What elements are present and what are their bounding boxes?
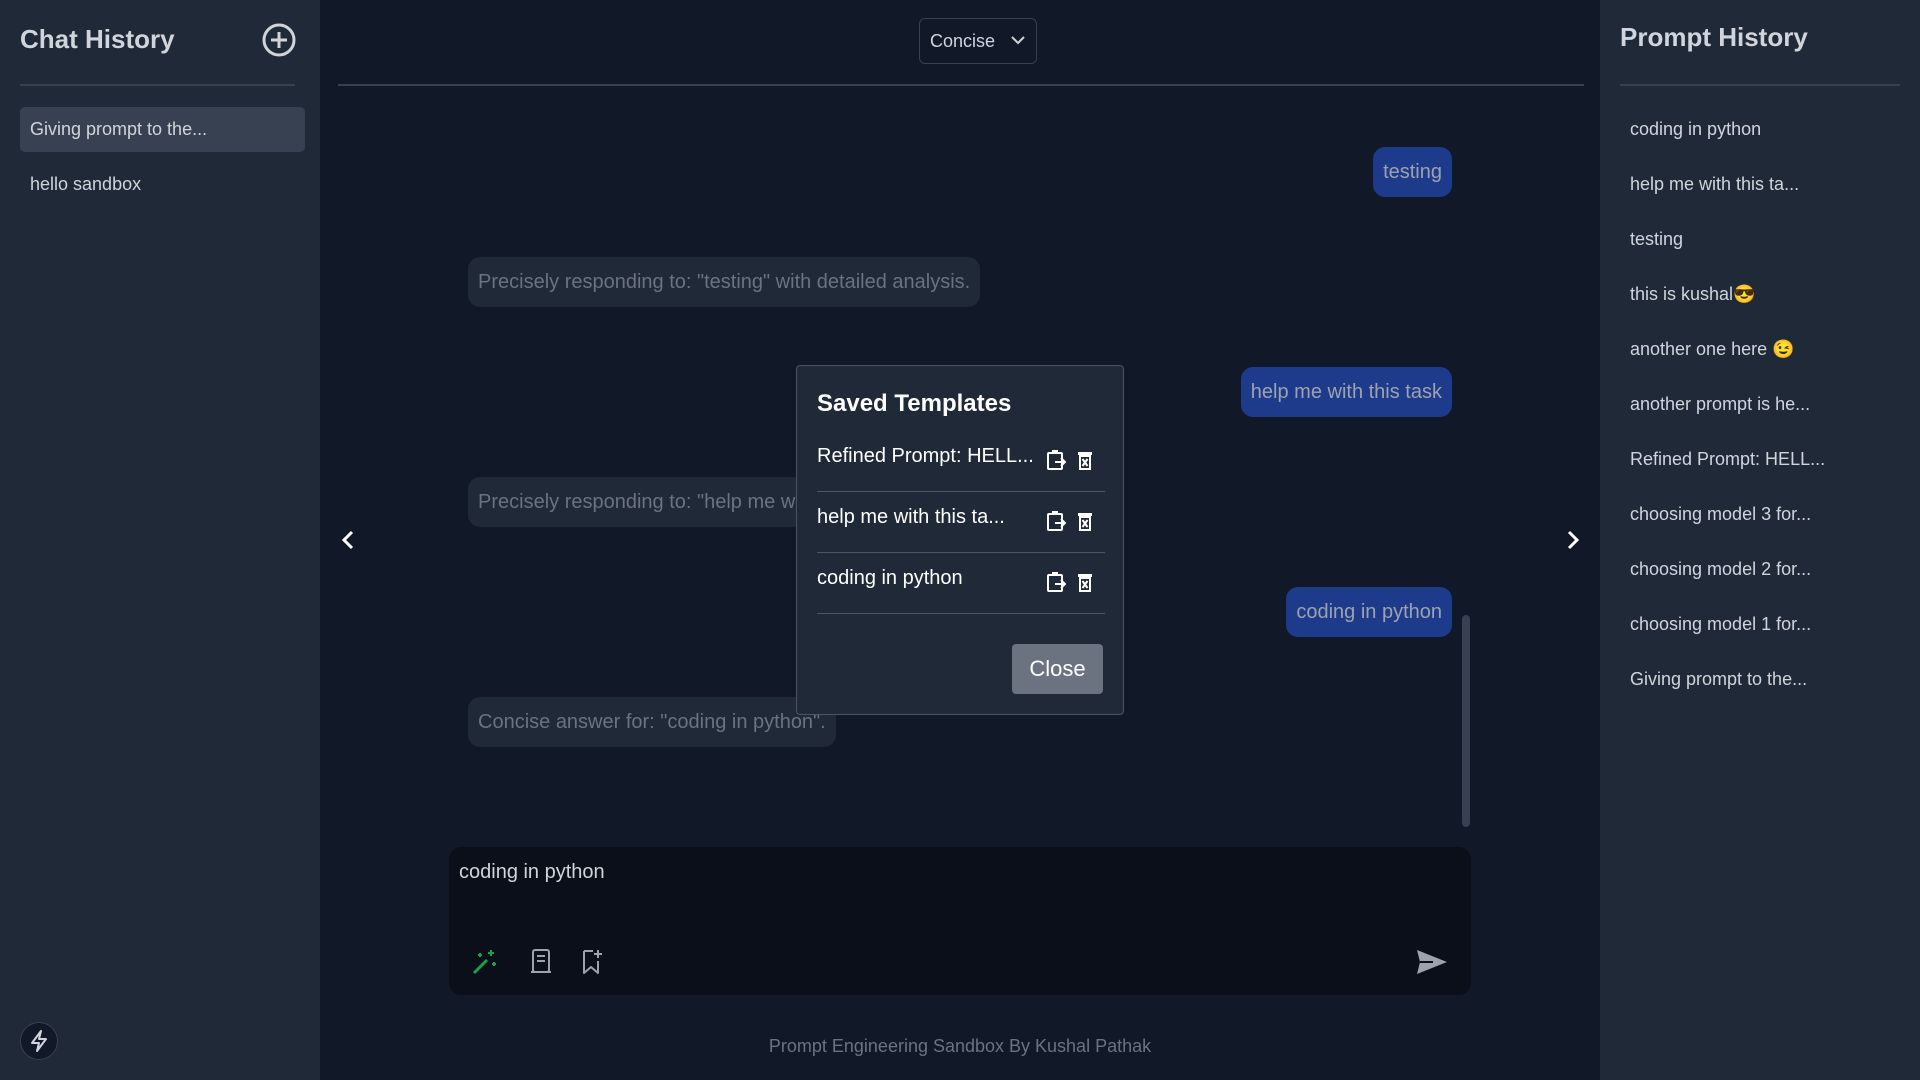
footer-credit: Prompt Engineering Sandbox By Kushal Pat… (768, 1036, 1152, 1056)
prompt-item[interactable]: choosing model 1 for... (1630, 602, 1900, 657)
prompt-item[interactable]: Refined Prompt: HELL... (1630, 437, 1900, 492)
chat-item[interactable]: Giving prompt to the... (20, 107, 305, 152)
saved-templates-modal: Saved Templates Refined Prompt: HELL... … (796, 365, 1124, 715)
chevron-left-icon[interactable] (338, 528, 358, 552)
template-row: coding in python (817, 553, 1105, 614)
prompt-item[interactable]: choosing model 3 for... (1630, 492, 1900, 547)
prompt-item[interactable]: another prompt is he... (1630, 382, 1900, 437)
assistant-message: Precisely responding to: "help me w (468, 477, 806, 527)
prompt-composer: coding in python (449, 847, 1471, 995)
template-row: Refined Prompt: HELL... (817, 431, 1105, 492)
chat-item-label: Giving prompt to the... (30, 119, 208, 139)
bookmark-add-icon[interactable] (577, 947, 607, 977)
messages-scrollbar[interactable] (1462, 615, 1470, 827)
template-label: help me with this ta... (817, 506, 1005, 528)
close-button[interactable]: Close (1012, 644, 1103, 694)
send-icon[interactable] (1415, 947, 1449, 977)
quick-action-button[interactable] (20, 1022, 58, 1060)
assistant-message: Precisely responding to: "testing" with … (468, 257, 981, 307)
templates-document-icon[interactable] (527, 947, 557, 977)
template-label: coding in python (817, 567, 963, 589)
chat-item-label: hello sandbox (30, 174, 142, 194)
mode-select-value: Concise (930, 31, 996, 51)
template-list: Refined Prompt: HELL... help me with thi… (817, 431, 1105, 614)
prompt-item[interactable]: choosing model 2 for... (1630, 547, 1900, 602)
chat-list: Giving prompt to the... hello sandbox (20, 107, 305, 217)
chat-item[interactable]: hello sandbox (20, 162, 305, 207)
prompt-item[interactable]: coding in python (1630, 107, 1900, 162)
clipboard-insert-icon[interactable] (1046, 449, 1066, 471)
prompt-item[interactable]: Giving prompt to the... (1630, 657, 1900, 712)
chevron-right-icon[interactable] (1563, 528, 1583, 552)
template-label: Refined Prompt: HELL... (817, 445, 1034, 467)
top-bar: Concise (338, 0, 1584, 86)
clipboard-insert-icon[interactable] (1046, 571, 1066, 593)
user-message: help me with this task (1240, 367, 1452, 417)
clipboard-insert-icon[interactable] (1046, 510, 1066, 532)
prompt-history-title: Prompt History (1620, 22, 1808, 52)
response-mode-select[interactable]: Concise (919, 18, 1037, 64)
prompt-history-header: Prompt History (1620, 20, 1900, 86)
bolt-icon (31, 1030, 47, 1052)
chat-history-header: Chat History (20, 20, 297, 86)
chat-history-sidebar: Chat History Giving prompt to the... hel… (0, 0, 320, 1080)
prompt-item[interactable]: testing (1630, 217, 1900, 272)
new-chat-plus-icon[interactable] (261, 22, 297, 58)
user-message: coding in python (1286, 587, 1452, 637)
prompt-list: coding in python help me with this ta...… (1630, 107, 1900, 712)
assistant-message: Concise answer for: "coding in python". (468, 697, 836, 747)
template-row: help me with this ta... (817, 492, 1105, 553)
prompt-item[interactable]: this is kushal😎 (1630, 272, 1900, 327)
user-message: testing (1373, 147, 1452, 197)
prompt-item[interactable]: another one here 😉 (1630, 327, 1900, 382)
magic-wand-icon[interactable] (469, 947, 499, 977)
modal-title: Saved Templates (817, 390, 1012, 417)
chevron-down-icon (1011, 36, 1025, 45)
trash-icon[interactable] (1077, 510, 1093, 532)
prompt-item[interactable]: help me with this ta... (1630, 162, 1900, 217)
prompt-input[interactable]: coding in python (459, 861, 605, 884)
prompt-history-sidebar: Prompt History coding in python help me … (1600, 0, 1920, 1080)
chat-history-title: Chat History (20, 24, 175, 54)
trash-icon[interactable] (1077, 571, 1093, 593)
trash-icon[interactable] (1077, 449, 1093, 471)
